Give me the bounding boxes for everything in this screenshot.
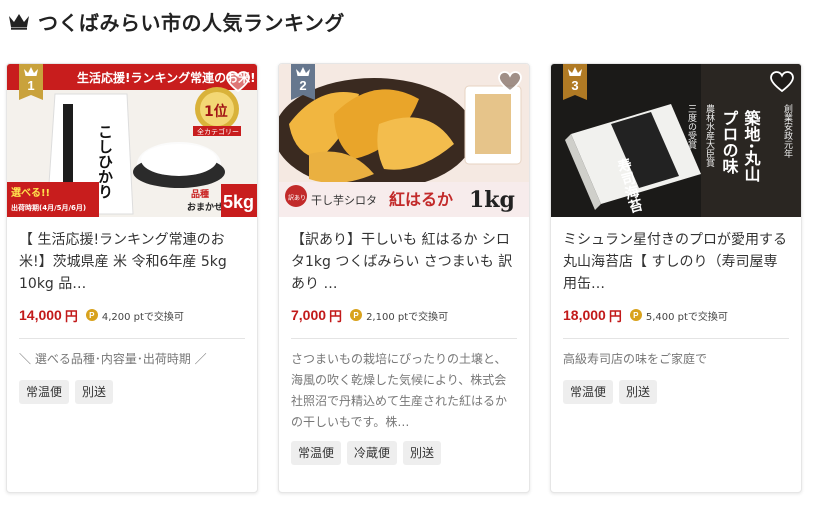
favorite-button[interactable] (769, 70, 795, 94)
image-badge-text: 1位 (204, 103, 228, 120)
divider (19, 338, 245, 339)
image-line1-text: 築地･丸山 (742, 109, 762, 182)
point-icon: P (85, 309, 98, 321)
product-description: ＼ 選べる品種･内容量･出荷時期 ／ (19, 352, 207, 366)
price-unit: 円 (329, 309, 343, 325)
divider (291, 338, 517, 339)
price-value: 7,000 (291, 307, 327, 323)
image-weight-text: 1kg (469, 187, 515, 213)
point-icon: P (629, 309, 642, 321)
product-image[interactable]: 生活応援!ランキング常連のお米! こしひかり 1位 全カテゴリー 選べる!! 出… (7, 64, 257, 217)
rank-badge: 2 (291, 64, 315, 100)
price-value: 18,000 (563, 307, 606, 323)
image-stamp-text: 訳あり (288, 194, 306, 202)
price-row: 18,000 円 P 5,400 ptで交換可 (563, 303, 789, 327)
points-text: 4,200 ptで交換可 (101, 311, 184, 323)
tag-shipping: 常温便 (563, 380, 614, 404)
ranking-card-1[interactable]: 生活応援!ランキング常連のお米! こしひかり 1位 全カテゴリー 選べる!! 出… (6, 63, 258, 493)
ranking-card-2[interactable]: 訳あり 干し芋シロタ 紅はるか 1kg 2 【訳あり】干しいも 紅はるか シロタ… (278, 63, 530, 493)
rank-badge: 1 (19, 64, 43, 100)
image-line2-text: プロの味 (720, 109, 739, 175)
tag-list: 常温便 冷蔵便 別送 (291, 441, 517, 465)
product-description: さつまいもの栽培にぴったりの土壌と、海風の吹く乾燥した気候により、株式会社照沼で… (291, 352, 508, 429)
image-side1-text: 創業安政元年 (782, 103, 793, 159)
image-brand-text: 紅はるか (389, 190, 453, 209)
ranking-header: つくばみらい市の人気ランキング (8, 8, 345, 35)
tag-shipping: 冷蔵便 (347, 441, 398, 465)
rank-number: 1 (27, 78, 35, 93)
favorite-button[interactable] (497, 70, 523, 94)
product-image[interactable]: 訳あり 干し芋シロタ 紅はるか 1kg 2 (279, 64, 529, 217)
ranking-card-3[interactable]: 寿司海苔 築地･丸山 プロの味 創業安政元年 農林水産大臣賞 三度の受賞 3 ミ… (550, 63, 802, 493)
points-text: 2,100 ptで交換可 (366, 311, 449, 323)
image-label-text: 干し芋シロタ (311, 194, 377, 207)
image-ship-text: 選べる!! (11, 186, 50, 199)
heart-icon (226, 71, 250, 93)
crown-icon (9, 14, 29, 30)
badge-crown-icon (568, 67, 582, 76)
price-unit: 円 (64, 309, 78, 325)
ranking-card-list: 生活応援!ランキング常連のお米! こしひかり 1位 全カテゴリー 選べる!! 出… (6, 63, 806, 503)
product-name[interactable]: ミシュラン星付きのプロが愛用する 丸山海苔店【 すしのり（寿司屋専用缶… (563, 229, 789, 295)
product-name[interactable]: 【 生活応援!ランキング常連のお米!】茨城県産 米 令和6年産 5kg 10kg… (19, 229, 245, 295)
image-side3-text: 三度の受賞 (686, 104, 697, 150)
price-unit: 円 (608, 309, 622, 325)
image-side2-text: 農林水産大臣賞 (704, 103, 715, 168)
image-variety2-text: おまかせ (187, 202, 223, 213)
tag-shipping: 常温便 (19, 380, 70, 404)
price-value: 14,000 (19, 307, 62, 323)
heart-icon (770, 71, 794, 93)
image-ship-sub: 出荷時期(4月/5月/6月) (11, 203, 86, 212)
heart-icon (498, 71, 522, 93)
tag-shipping: 別送 (403, 441, 442, 465)
tag-shipping: 別送 (619, 380, 658, 404)
price-row: 14,000 円 P 4,200 ptで交換可 (19, 303, 245, 327)
point-icon: P (350, 309, 363, 321)
ranking-title: つくばみらい市の人気ランキング (38, 10, 345, 35)
tag-shipping: 別送 (75, 380, 114, 404)
image-weight-text: 5kg (223, 192, 254, 212)
product-description: 高級寿司店の味をご家庭で (563, 352, 708, 366)
product-image[interactable]: 寿司海苔 築地･丸山 プロの味 創業安政元年 農林水産大臣賞 三度の受賞 3 (551, 64, 801, 217)
image-variety-text: 品種 (191, 188, 209, 200)
rank-badge: 3 (563, 64, 587, 100)
divider (563, 338, 789, 339)
badge-crown-icon (24, 67, 38, 76)
rank-number: 2 (299, 78, 307, 93)
points-text: 5,400 ptで交換可 (645, 311, 728, 323)
price-row: 7,000 円 P 2,100 ptで交換可 (291, 303, 517, 327)
favorite-button[interactable] (225, 70, 251, 94)
rank-number: 3 (571, 78, 579, 93)
product-name[interactable]: 【訳あり】干しいも 紅はるか シロタ1kg つくばみらい さつまいも 訳あり … (291, 229, 517, 295)
tag-list: 常温便 別送 (19, 380, 245, 404)
badge-crown-icon (296, 67, 310, 76)
tag-shipping: 常温便 (291, 441, 342, 465)
image-category-text: 全カテゴリー (197, 127, 239, 136)
tag-list: 常温便 別送 (563, 380, 789, 404)
